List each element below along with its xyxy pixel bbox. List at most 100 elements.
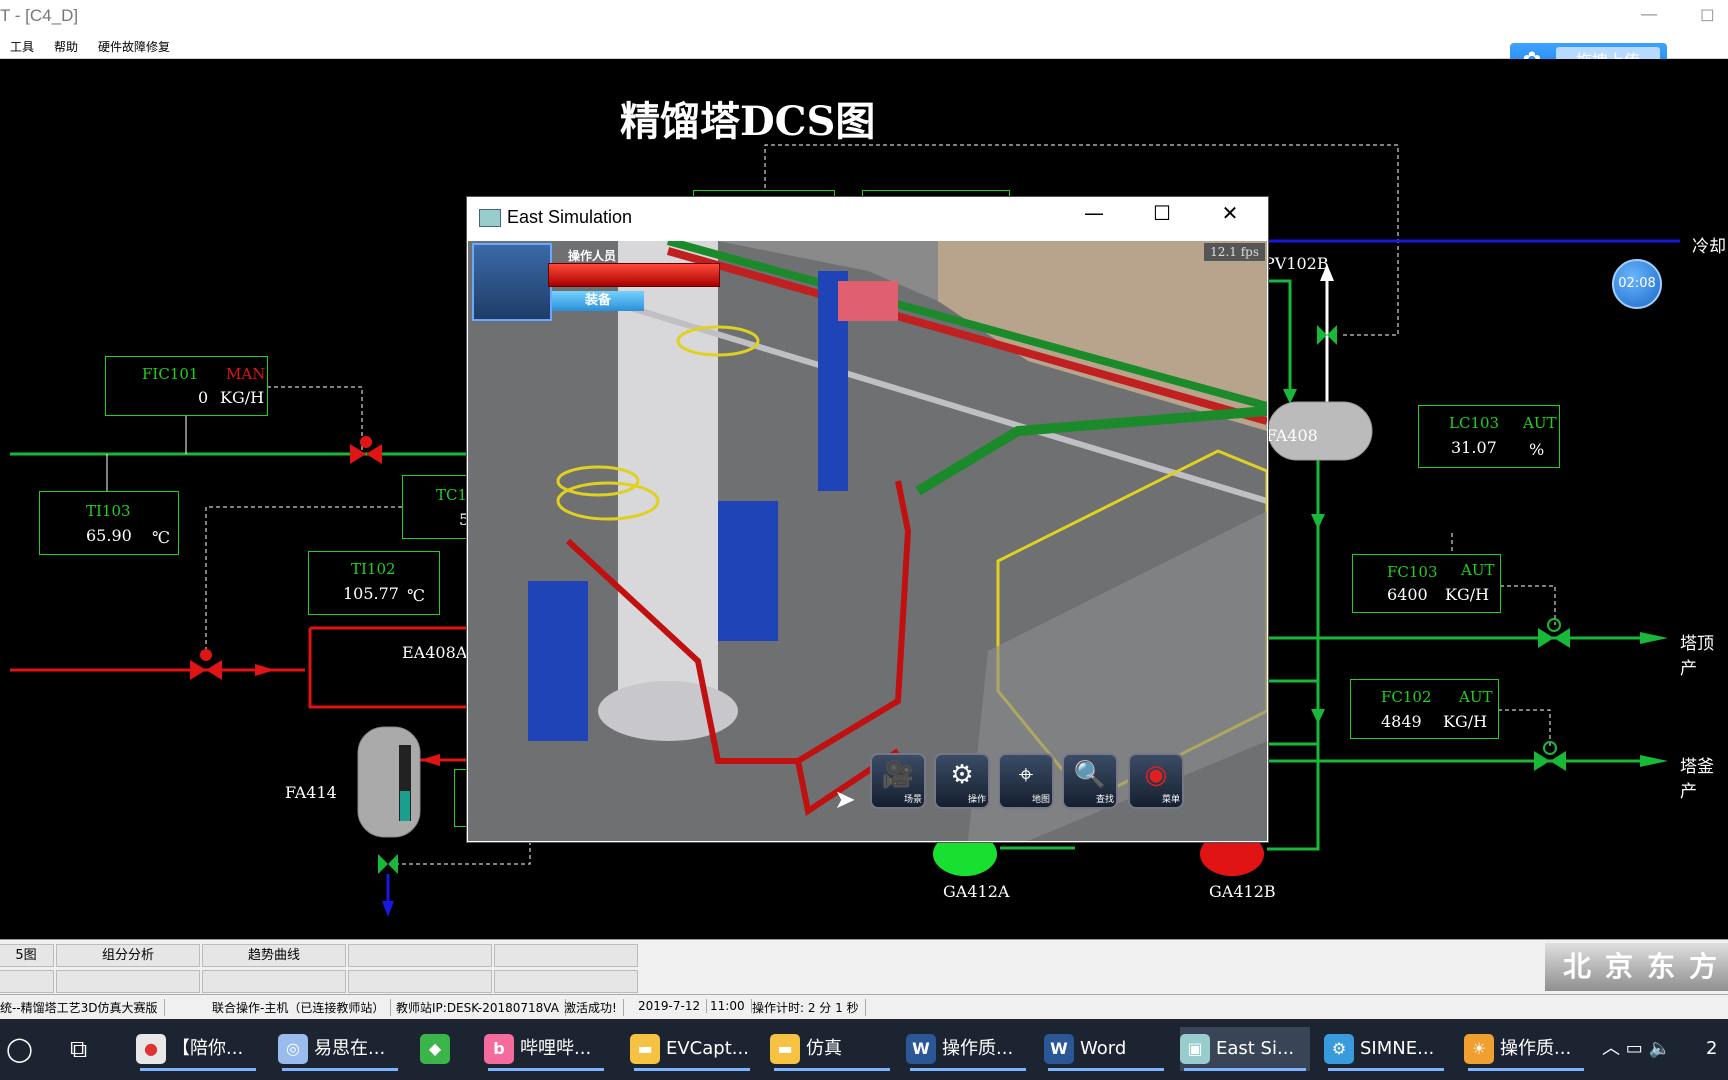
fic101-value: 0 [198,388,209,407]
status-bar: 统--精馏塔工艺3D仿真大赛版 联合操作-主机（已连接教师站） 教师站IP:DE… [0,994,1728,1019]
tab-empty-1[interactable] [348,944,492,967]
3d-scene[interactable]: 12.1 fps 操作人员 装备 🎥 场景 ⚙ 操作 ⌖ 地图 🔍 查找 ◉ 菜… [468,241,1267,841]
status-teacher-ip: 教师站IP:DESK-20180718VA [396,999,566,1016]
label-fa408: FA408 [1266,426,1318,445]
sim-minimize-button[interactable]: — [1079,201,1109,225]
taskbar-item-2[interactable]: ◎ 易思在... [278,1027,402,1071]
tray-icons[interactable]: ︿ ▭ 🔈 [1602,1027,1671,1071]
fc103-mode: AUT [1461,561,1495,579]
ti102-panel[interactable]: TI102 105.77 ℃ [308,551,440,615]
tc-panel[interactable]: TC1 5 [402,475,473,539]
brand-logo: 北京东方 [1545,943,1728,991]
east-sim-icon: ▣ [1180,1034,1210,1064]
find-button[interactable]: 🔍 查找 [1062,753,1118,809]
label-ga412a: GA412A [943,882,1010,901]
taskbar-item-10[interactable]: ⚙ SIMNE... [1324,1027,1448,1071]
search-icon: 🔍 [1073,760,1107,790]
menu-icon: ◉ [1144,760,1168,790]
dcs-title: 精馏塔DCS图 [620,98,876,145]
status-connection: 联合操作-主机（已连接教师站） [212,999,392,1016]
fc103-value: 6400 [1387,585,1428,604]
tab-empty-3[interactable] [0,970,54,993]
lc103-unit: % [1529,440,1545,459]
tray-clock: 2 [1706,1038,1718,1059]
taskbar-item-6[interactable]: ▬ 仿真 [770,1027,894,1071]
fic101-panel[interactable]: FIC101 MAN 0 KG/H [105,356,268,416]
tab-empty-7[interactable] [494,970,638,993]
taskbar-item-3[interactable]: ◆ [420,1027,466,1071]
fic101-mode: MAN [226,365,266,383]
fic101-unit: KG/H [220,388,265,407]
3d-scene-art [468,241,1267,841]
fc102-panel[interactable]: FC102 AUT 4849 KG/H [1350,679,1499,739]
label-ea408a: EA408A [402,643,468,662]
minimize-button[interactable]: — [1640,4,1658,25]
tab-empty-5[interactable] [202,970,346,993]
mouse-cursor-icon: ➤ [834,785,856,815]
tab-component-analysis[interactable]: 组分分析 [56,944,200,967]
green-app-icon: ◆ [420,1034,450,1064]
map-button[interactable]: ⌖ 地图 [998,753,1054,809]
tab-diagram[interactable]: 5图 [0,944,54,967]
ti103-panel[interactable]: TI103 65.90 ℃ [39,491,179,555]
status-app: 统--精馏塔工艺3D仿真大赛版 [0,999,165,1016]
taskbar-item-4[interactable]: b 哔哩哔... [484,1027,608,1071]
task-view-icon[interactable]: ⧉ [70,1027,87,1071]
sim-close-button[interactable]: ✕ [1215,201,1245,225]
ti102-value: 105.77 [343,584,399,603]
taskbar-item-9[interactable]: ▣ East Si... [1180,1027,1310,1071]
chrome-icon: ● [136,1034,166,1064]
lc103-mode: AUT [1523,414,1557,432]
lc103-panel[interactable]: LC103 AUT 31.07 % [1418,405,1560,468]
east-simulation-window[interactable]: East Simulation — ☐ ✕ 12.1 fps 操作人员 装备 🎥… [466,196,1269,843]
fic101-tag: FIC101 [142,365,199,383]
taskbar-item-5[interactable]: ▬ EVCapt... [630,1027,754,1071]
taskbar-item-11[interactable]: ☀ 操作质... [1464,1027,1588,1071]
bilibili-icon: b [484,1034,514,1064]
lc103-tag: LC103 [1449,414,1500,432]
simnet-gear-icon: ⚙ [1324,1034,1354,1064]
operate-button[interactable]: ⚙ 操作 [934,753,990,809]
label-fa414: FA414 [285,783,337,802]
map-pin-icon: ⌖ [1018,760,1034,790]
fc103-unit: KG/H [1445,585,1490,604]
tab-empty-2[interactable] [494,944,638,967]
status-time: 11:00 [710,999,752,1013]
menu-button[interactable]: ◉ 菜单 [1128,753,1184,809]
taskbar-item-1[interactable]: ● 【陪你... [136,1027,260,1071]
menu-tools[interactable]: 工具 [10,38,34,55]
menu-hardware-repair[interactable]: 硬件故障修复 [98,38,170,55]
sim-window-title: East Simulation [507,207,633,227]
tab-empty-4[interactable] [56,970,200,993]
menu-help[interactable]: 帮助 [54,38,78,55]
status-activation: 激活成功! [564,999,624,1016]
app-icon [479,209,501,227]
tc-tag: TC1 [436,486,468,504]
operator-avatar[interactable] [472,243,552,321]
find-caption: 查找 [1095,795,1114,805]
taskbar: ◯ ⧉ ● 【陪你... ◎ 易思在... ◆ b 哔哩哔... ▬ EVCapt...… [0,1019,1728,1080]
fc103-panel[interactable]: FC103 AUT 6400 KG/H [1352,554,1501,613]
cortana-icon[interactable]: ◯ [6,1027,33,1071]
timer-badge: 02:08 [1612,259,1662,309]
tab-empty-6[interactable] [348,970,492,993]
gear-icon: ⚙ [950,760,974,790]
word-icon: W [1044,1034,1074,1064]
fps-counter: 12.1 fps [1204,243,1265,261]
folder-icon: ▬ [770,1034,800,1064]
equipment-button[interactable]: 装备 [552,291,644,311]
ti103-tag: TI103 [86,502,131,520]
maximize-button[interactable]: ◻ [1700,4,1715,25]
ti103-value: 65.90 [86,526,132,545]
label-top-product: 塔顶产 [1680,634,1714,679]
window-titlebar: T - [C4_D] — ◻ [0,0,1728,34]
sim-maximize-button[interactable]: ☐ [1147,201,1177,225]
scene-button[interactable]: 🎥 场景 [870,753,926,809]
menu-bar: 工具 帮助 硬件故障修复 [0,34,1728,59]
operate-caption: 操作 [967,795,986,805]
lc103-value: 31.07 [1451,438,1497,457]
operator-label: 操作人员 [568,249,617,263]
tab-trend-curve[interactable]: 趋势曲线 [202,944,346,967]
taskbar-item-8[interactable]: W Word [1044,1027,1168,1071]
taskbar-item-7[interactable]: W 操作质... [906,1027,1030,1071]
